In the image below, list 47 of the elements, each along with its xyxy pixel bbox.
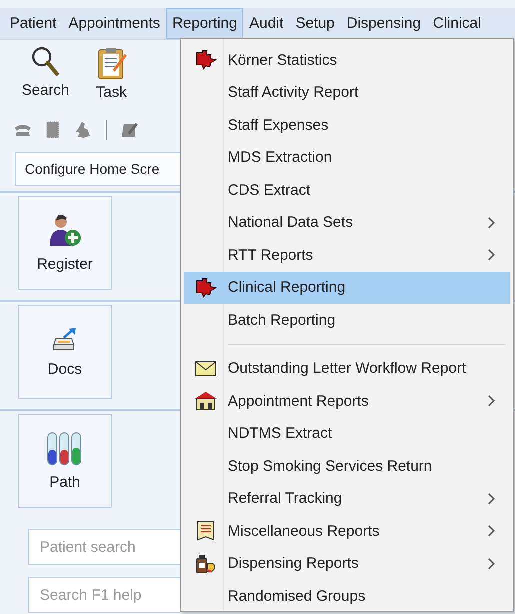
add-user-icon [49, 214, 81, 248]
puzzle-icon [195, 278, 217, 298]
menu-item[interactable]: Randomised Groups [184, 580, 510, 612]
menu-item[interactable]: National Data Sets [184, 206, 510, 239]
menu-item[interactable]: CDS Extract [184, 174, 510, 206]
menu-bar-item[interactable]: Clinical [427, 8, 488, 39]
menu-item[interactable]: Staff Expenses [184, 109, 510, 142]
menu-item[interactable]: Stop Smoking Services Return [184, 450, 510, 482]
menu-bar-item[interactable]: Audit [243, 8, 290, 39]
menu-bar-item[interactable]: Appointments [62, 8, 166, 39]
puzzle-icon [195, 50, 217, 70]
menu-item[interactable]: Batch Reporting [184, 304, 510, 336]
menu-item[interactable]: Clinical Reporting [184, 272, 510, 304]
clipboard-icon [96, 46, 128, 80]
menu-item[interactable]: MDS Extraction [184, 142, 510, 174]
tile-button[interactable]: Docs [18, 305, 112, 399]
menu-item[interactable]: Staff Activity Report [184, 76, 510, 109]
configure-home-screen-field[interactable]: Configure Home Scre [15, 152, 180, 186]
chip-icon[interactable] [46, 121, 60, 139]
menu-item[interactable]: Miscellaneous Reports [184, 515, 510, 548]
menu-item[interactable]: NDTMS Extract [184, 418, 510, 450]
menu-item[interactable]: Outstanding Letter Workflow Report [184, 352, 510, 385]
menu-item[interactable]: RTT Reports [184, 239, 510, 272]
pen-icon[interactable] [121, 121, 139, 139]
house-icon [194, 391, 218, 412]
menu-item[interactable]: Dispensing Reports [184, 548, 510, 580]
phone-icon[interactable] [14, 123, 32, 137]
tile-button[interactable]: Path [18, 414, 112, 508]
search-icon [30, 46, 61, 78]
toolbar-button[interactable]: Search [20, 46, 72, 112]
envelope-icon [195, 360, 217, 377]
medicine-bottle-icon [195, 554, 217, 574]
menu-item[interactable]: Appointment Reports [184, 385, 510, 418]
scanner-icon [52, 326, 78, 352]
tile-button[interactable]: Register [18, 196, 112, 290]
toolbar-button[interactable]: Task [94, 46, 130, 112]
map-icon[interactable] [74, 121, 92, 139]
search-field[interactable]: Patient search [28, 529, 180, 565]
menu-bar-item[interactable]: Patient [4, 8, 63, 39]
document-icon [197, 521, 215, 542]
menu-item[interactable]: Körner Statistics [184, 44, 510, 76]
menu-bar-item[interactable]: Reporting [166, 8, 244, 39]
test-tubes-icon [47, 432, 83, 466]
menu-item[interactable]: Referral Tracking [184, 482, 510, 515]
menu-bar-item[interactable]: Dispensing [340, 8, 428, 39]
search-field[interactable]: Search F1 help [28, 577, 180, 613]
menu-bar-item[interactable]: Setup [290, 8, 341, 39]
